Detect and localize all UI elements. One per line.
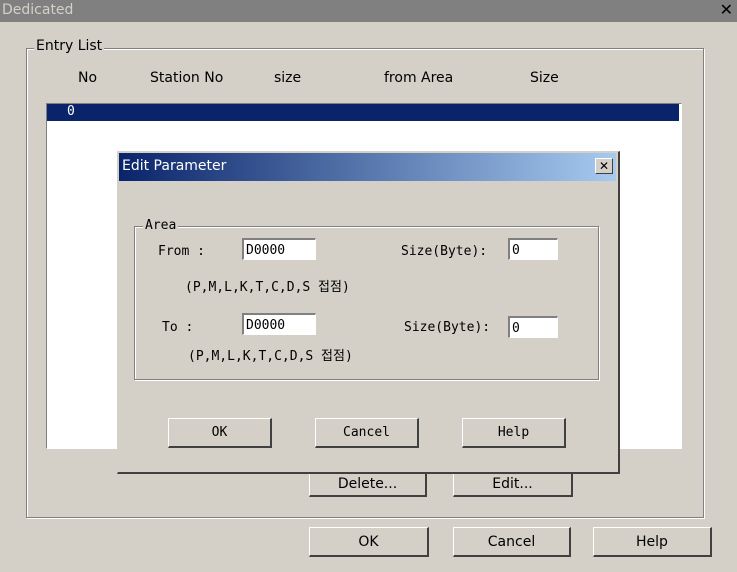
to-size-label: Size(Byte):: [404, 320, 491, 335]
help-button[interactable]: Help: [593, 527, 712, 557]
window-titlebar: Dedicated ✕: [0, 0, 737, 22]
list-item[interactable]: 0: [47, 104, 679, 121]
dialog-help-button[interactable]: Help: [462, 418, 566, 448]
to-label: To :: [162, 320, 194, 335]
column-header-size-2: Size: [530, 70, 559, 86]
area-label: Area: [143, 218, 179, 233]
to-hint: (P,M,L,K,T,C,D,S 접점): [188, 349, 353, 364]
from-size-label: Size(Byte):: [401, 244, 488, 259]
delete-button[interactable]: Delete...: [309, 472, 427, 497]
edit-button[interactable]: Edit...: [453, 472, 573, 497]
ok-button[interactable]: OK: [309, 527, 429, 557]
dialog-close-icon[interactable]: ✕: [595, 158, 613, 174]
column-header-no: No: [78, 70, 98, 86]
dialog-ok-button[interactable]: OK: [168, 418, 272, 448]
from-area-input[interactable]: [242, 238, 316, 260]
from-size-input[interactable]: [508, 238, 558, 260]
column-header-size: size: [274, 70, 302, 86]
entry-list-label: Entry List: [34, 38, 105, 54]
column-header-from-area: from Area: [384, 70, 454, 86]
dialog-title: Edit Parameter: [122, 158, 227, 174]
dialog-titlebar: Edit Parameter ✕: [119, 153, 616, 181]
list-item-no: 0: [67, 104, 75, 119]
to-size-input[interactable]: [508, 316, 558, 338]
from-label: From :: [158, 244, 205, 259]
window-title: Dedicated: [2, 2, 74, 18]
window-close-icon[interactable]: ✕: [720, 0, 733, 19]
to-area-input[interactable]: [242, 313, 316, 335]
cancel-button[interactable]: Cancel: [453, 527, 571, 557]
edit-parameter-dialog: Edit Parameter ✕ Area From : Size(Byte):…: [117, 151, 620, 474]
from-hint: (P,M,L,K,T,C,D,S 접점): [185, 280, 350, 295]
column-header-station-no: Station No: [150, 70, 224, 86]
dialog-cancel-button[interactable]: Cancel: [315, 418, 419, 448]
